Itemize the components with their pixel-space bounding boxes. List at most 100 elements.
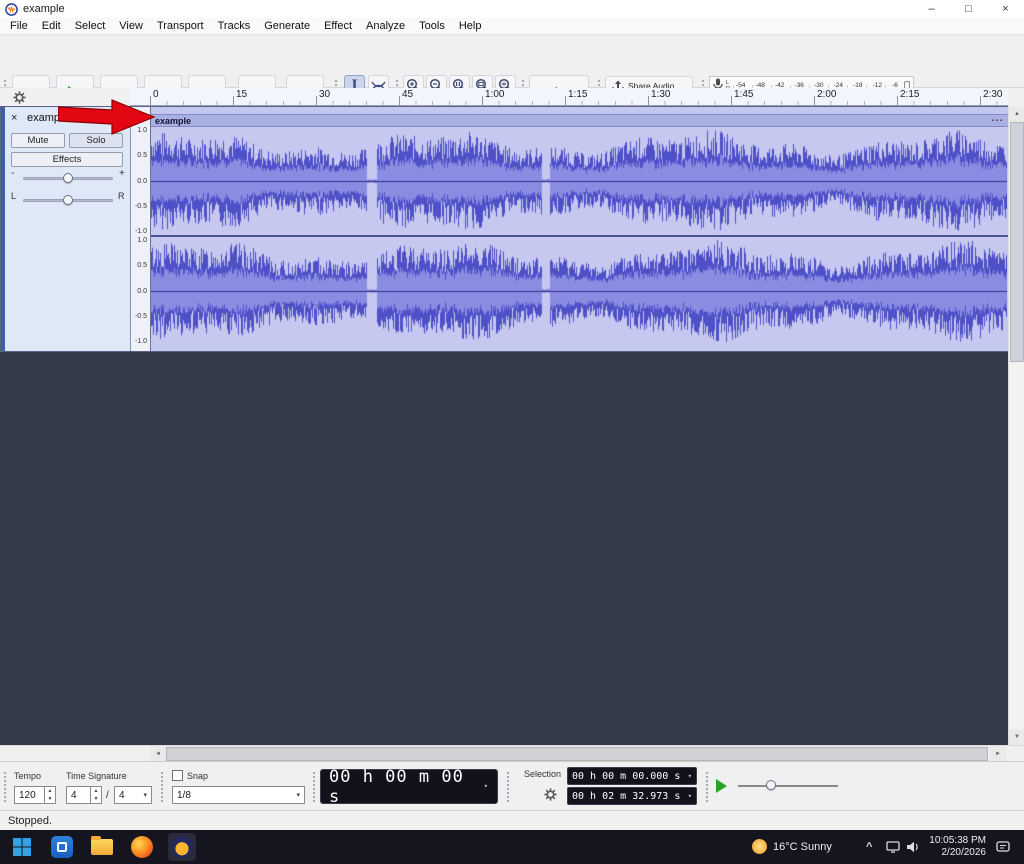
menu-item[interactable]: Generate — [257, 19, 317, 33]
selection-options-button[interactable] — [540, 785, 560, 803]
start-button[interactable] — [8, 833, 36, 861]
waveform-left-channel[interactable] — [151, 127, 1007, 235]
amp-scale-label: 0.0 — [137, 288, 147, 295]
timeline-options-button[interactable] — [8, 89, 30, 105]
timesig-upper-value: 4 — [67, 790, 90, 801]
amplitude-scale-ch1: 1.00.50.0-0.5-1.0 — [131, 127, 150, 235]
spin-down-icon[interactable]: ▼ — [91, 795, 101, 803]
menu-item[interactable]: Tracks — [211, 19, 258, 33]
tempo-value: 120 — [15, 790, 44, 801]
snap-checkbox[interactable] — [172, 770, 183, 781]
play-speed-slider[interactable] — [738, 785, 838, 787]
hidden-icons-chevron[interactable]: ^ — [866, 841, 872, 853]
scroll-down-icon[interactable]: ▼ — [1009, 729, 1024, 745]
maximize-button[interactable]: □ — [950, 0, 987, 18]
waveform-right-channel[interactable] — [151, 237, 1007, 345]
close-button[interactable]: × — [987, 0, 1024, 18]
taskbar-pinned-app-icon[interactable] — [48, 833, 76, 861]
effects-button[interactable]: Effects — [11, 152, 123, 167]
taskbar-firefox-icon[interactable] — [128, 833, 156, 861]
time-display-grip[interactable] — [312, 771, 317, 803]
bottom-toolbar: Tempo 120 ▲▼ Time Signature 4 ▲▼ / 4 ▾ S… — [0, 761, 1024, 810]
dropdown-caret-icon[interactable]: ▾ — [688, 793, 692, 800]
selection-end-field[interactable]: 00 h 02 m 32.973 s ▾ — [567, 787, 697, 805]
toolbar: I * ↶ ↷ — [0, 35, 1024, 88]
menu-item[interactable]: File — [3, 19, 35, 33]
time-signature-upper-input[interactable]: 4 ▲▼ — [66, 786, 102, 804]
notification-center-icon[interactable] — [996, 841, 1010, 856]
gain-minus-label: - — [11, 168, 14, 179]
menu-item[interactable]: Transport — [150, 19, 211, 33]
clip-header[interactable]: example ⋯ — [151, 114, 1009, 127]
ruler-time-label: 1:15 — [568, 89, 587, 100]
play-at-speed-grip[interactable] — [705, 771, 710, 803]
amp-scale-label: -0.5 — [135, 313, 147, 320]
gain-slider-thumb[interactable] — [63, 173, 73, 183]
amp-scale-label: -0.5 — [135, 203, 147, 210]
tempo-spinner[interactable]: ▲▼ — [44, 787, 55, 803]
spin-down-icon[interactable]: ▼ — [45, 795, 55, 803]
ruler-time-label: 45 — [402, 89, 413, 100]
tempo-label: Tempo — [14, 771, 41, 781]
mute-button[interactable]: Mute — [11, 133, 65, 148]
audio-position-display[interactable]: 00 h 00 m 00 s ▾ — [320, 769, 498, 804]
timeline-ruler[interactable]: 01530451:001:151:301:452:002:152:30 — [130, 88, 1008, 106]
snap-mode-select[interactable]: 1/8 ▾ — [172, 786, 305, 804]
volume-icon[interactable] — [906, 841, 920, 856]
scroll-left-icon[interactable]: ◄ — [150, 746, 166, 762]
menu-item[interactable]: Tools — [412, 19, 452, 33]
scroll-up-icon[interactable]: ▲ — [1009, 106, 1024, 122]
firefox-icon — [131, 836, 153, 858]
audacity-window: example – □ × FileEditSelectViewTranspor… — [0, 0, 1024, 864]
play-at-speed-button[interactable] — [716, 779, 727, 793]
snap-toolbar-grip[interactable] — [160, 771, 165, 803]
minimize-button[interactable]: – — [913, 0, 950, 18]
vertical-scrollbar-thumb[interactable] — [1010, 122, 1024, 362]
snap-label: Snap — [187, 771, 208, 781]
pan-slider-thumb[interactable] — [63, 195, 73, 205]
time-toolbar-grip[interactable] — [3, 771, 8, 803]
selection-start-field[interactable]: 00 h 00 m 00.000 s ▾ — [567, 767, 697, 785]
horizontal-scrollbar[interactable]: ◄ ► — [0, 745, 1024, 761]
vertical-scale-ruler[interactable]: 1.00.50.0-0.5-1.0 1.00.50.0-0.5-1.0 — [131, 107, 151, 351]
amp-scale-label: -1.0 — [135, 338, 147, 345]
spin-up-icon[interactable]: ▲ — [45, 787, 55, 795]
pan-right-label: R — [118, 191, 125, 201]
menu-item[interactable]: View — [112, 19, 150, 33]
taskbar-weather-widget[interactable]: 16°C Sunny — [752, 839, 832, 854]
ruler-time-label: 15 — [236, 89, 247, 100]
amp-scale-label: -1.0 — [135, 228, 147, 235]
menu-item[interactable]: Select — [68, 19, 113, 33]
selection-gear-icon — [544, 788, 557, 801]
track-close-button[interactable]: × — [11, 112, 17, 124]
menu-item[interactable]: Help — [452, 19, 489, 33]
clip-menu-button[interactable]: ⋯ — [991, 113, 1003, 127]
gain-plus-label: + — [119, 168, 125, 179]
track-control-panel: × example Mute Solo Effects - + L R — [1, 107, 131, 351]
tempo-input[interactable]: 120 ▲▼ — [14, 786, 56, 804]
audio-position-value: 00 h 00 m 00 s — [329, 767, 478, 807]
taskbar-file-explorer-icon[interactable] — [88, 833, 116, 861]
menu-item[interactable]: Effect — [317, 19, 359, 33]
vertical-scrollbar[interactable]: ▲ ▼ — [1008, 106, 1024, 745]
clock-time: 10:05:38 PM — [929, 835, 986, 847]
time-signature-lower-select[interactable]: 4 ▾ — [114, 786, 152, 804]
spin-up-icon[interactable]: ▲ — [91, 787, 101, 795]
horizontal-scrollbar-thumb[interactable] — [166, 747, 988, 761]
dropdown-caret-icon[interactable]: ▾ — [688, 773, 692, 780]
amp-scale-label: 0.5 — [137, 152, 147, 159]
audio-clip[interactable]: example ⋯ — [151, 107, 1009, 351]
audacity-icon — [171, 836, 193, 858]
time-format-caret-icon[interactable]: ▾ — [484, 783, 489, 790]
scroll-right-icon[interactable]: ► — [990, 746, 1006, 762]
play-speed-slider-thumb[interactable] — [766, 780, 776, 790]
menu-item[interactable]: Edit — [35, 19, 68, 33]
taskbar-clock[interactable]: 10:05:38 PM 2/20/2026 — [929, 835, 986, 859]
timesig-spinner[interactable]: ▲▼ — [90, 787, 101, 803]
clock-date: 2/20/2026 — [929, 847, 986, 859]
selection-toolbar-grip[interactable] — [506, 771, 511, 803]
taskbar-audacity-icon[interactable] — [168, 833, 196, 861]
menu-item[interactable]: Analyze — [359, 19, 412, 33]
network-icon[interactable] — [886, 841, 900, 856]
ruler-time-label: 2:15 — [900, 89, 919, 100]
